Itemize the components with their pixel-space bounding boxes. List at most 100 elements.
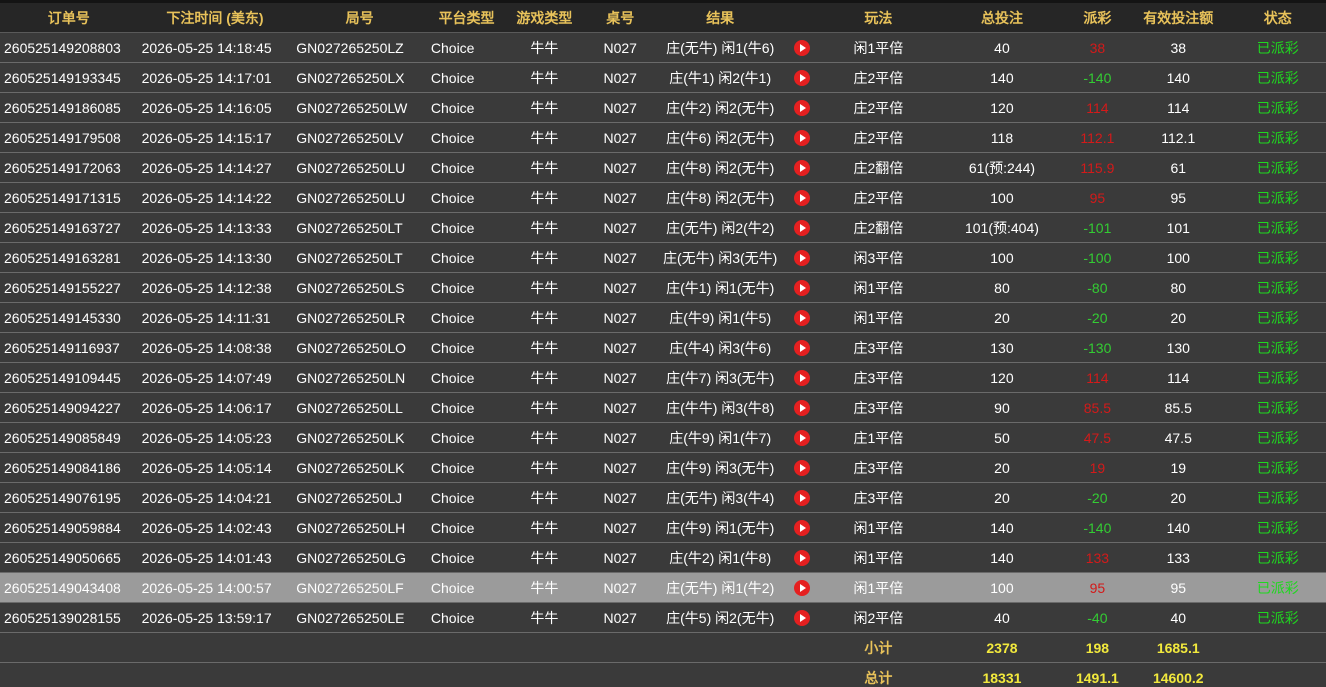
table-row[interactable]: 260525149193345 2026-05-25 14:17:01 GN0272… — [0, 62, 1326, 93]
play-circle-icon[interactable] — [793, 580, 810, 597]
table-row[interactable]: 260525149163727 2026-05-25 14:13:33 GN0272… — [0, 212, 1326, 243]
header-payout: 派彩 — [1067, 3, 1128, 33]
play-circle-icon[interactable] — [793, 220, 810, 237]
cell-result: 庄(无牛) 闲2(牛2) — [657, 212, 783, 243]
cell-round-id: GN027265250LS — [292, 272, 427, 303]
bet-record-table: 订单号 下注时间 (美东) 局号 平台类型 游戏类型 桌号 结果 玩法 总投注 派彩 有效投注额 状态… — [0, 3, 1326, 687]
cell-replay[interactable] — [782, 32, 821, 63]
cell-payout: -140 — [1067, 512, 1128, 543]
table-row[interactable]: 260525149208803 2026-05-25 14:18:45 GN0272… — [0, 32, 1326, 63]
table-row[interactable]: 260525149094227 2026-05-25 14:06:17 GN0272… — [0, 392, 1326, 423]
cell-payout: 114 — [1067, 92, 1128, 123]
cell-replay[interactable] — [782, 542, 821, 573]
cell-valid-bet: 61 — [1127, 152, 1230, 183]
play-circle-icon[interactable] — [793, 610, 810, 627]
total-bet: 18331 — [936, 662, 1068, 687]
cell-platform: Choice — [426, 302, 507, 333]
table-row[interactable]: 260525149172063 2026-05-25 14:14:27 GN0272… — [0, 152, 1326, 183]
cell-replay[interactable] — [782, 272, 821, 303]
cell-replay[interactable] — [782, 332, 821, 363]
cell-status: 已派彩 — [1229, 92, 1326, 123]
play-circle-icon[interactable] — [793, 130, 810, 147]
play-circle-icon[interactable] — [793, 160, 810, 177]
cell-round-id: GN027265250LK — [292, 452, 427, 483]
play-circle-icon[interactable] — [793, 70, 810, 87]
cell-status: 已派彩 — [1229, 392, 1326, 423]
cell-status: 已派彩 — [1229, 452, 1326, 483]
play-circle-icon[interactable] — [793, 340, 810, 357]
cell-replay[interactable] — [782, 422, 821, 453]
cell-valid-bet: 40 — [1127, 602, 1230, 633]
play-circle-icon[interactable] — [793, 370, 810, 387]
cell-replay[interactable] — [782, 512, 821, 543]
cell-bet-time: 2026-05-25 14:14:27 — [137, 152, 293, 183]
cell-platform: Choice — [426, 512, 507, 543]
cell-replay[interactable] — [782, 362, 821, 393]
cell-total-bet: 50 — [936, 422, 1068, 453]
cell-replay[interactable] — [782, 182, 821, 213]
cell-replay[interactable] — [782, 482, 821, 513]
cell-bet-time: 2026-05-25 14:14:22 — [137, 182, 293, 213]
play-circle-icon[interactable] — [793, 40, 810, 57]
table-row[interactable]: 260525149076195 2026-05-25 14:04:21 GN0272… — [0, 482, 1326, 513]
header-result: 结果 — [657, 3, 783, 33]
play-circle-icon[interactable] — [793, 550, 810, 567]
table-row[interactable]: 260525149043408 2026-05-25 14:00:57 GN0272… — [0, 572, 1326, 603]
cell-valid-bet: 20 — [1127, 302, 1230, 333]
table-row[interactable]: 260525139028155 2026-05-25 13:59:17 GN0272… — [0, 602, 1326, 633]
table-row[interactable]: 260525149171315 2026-05-25 14:14:22 GN0272… — [0, 182, 1326, 213]
cell-replay[interactable] — [782, 302, 821, 333]
cell-status: 已派彩 — [1229, 362, 1326, 393]
cell-total-bet: 90 — [936, 392, 1068, 423]
cell-replay[interactable] — [782, 572, 821, 603]
cell-table-id: N027 — [582, 302, 658, 333]
play-circle-icon[interactable] — [793, 310, 810, 327]
table-row[interactable]: 260525149085849 2026-05-25 14:05:23 GN0272… — [0, 422, 1326, 453]
table-row[interactable]: 260525149050665 2026-05-25 14:01:43 GN0272… — [0, 542, 1326, 573]
cell-game-type: 牛牛 — [506, 182, 583, 213]
play-circle-icon[interactable] — [793, 190, 810, 207]
cell-payout: 133 — [1067, 542, 1128, 573]
play-circle-icon[interactable] — [793, 400, 810, 417]
table-row[interactable]: 260525149155227 2026-05-25 14:12:38 GN0272… — [0, 272, 1326, 303]
cell-game-type: 牛牛 — [506, 422, 583, 453]
play-circle-icon[interactable] — [793, 490, 810, 507]
table-row[interactable]: 260525149145330 2026-05-25 14:11:31 GN0272… — [0, 302, 1326, 333]
cell-order-id: 260525149076195 — [0, 482, 138, 513]
table-row[interactable]: 260525149109445 2026-05-25 14:07:49 GN0272… — [0, 362, 1326, 393]
cell-replay[interactable] — [782, 602, 821, 633]
play-circle-icon[interactable] — [793, 280, 810, 297]
cell-bet-time: 2026-05-25 14:12:38 — [137, 272, 293, 303]
play-circle-icon[interactable] — [793, 520, 810, 537]
table-row[interactable]: 260525149179508 2026-05-25 14:15:17 GN0272… — [0, 122, 1326, 153]
cell-replay[interactable] — [782, 122, 821, 153]
cell-round-id: GN027265250LH — [292, 512, 427, 543]
cell-payout: 112.1 — [1067, 122, 1128, 153]
cell-order-id: 260525149116937 — [0, 332, 138, 363]
table-row[interactable]: 260525149059884 2026-05-25 14:02:43 GN0272… — [0, 512, 1326, 543]
cell-replay[interactable] — [782, 92, 821, 123]
cell-game-type: 牛牛 — [506, 32, 583, 63]
cell-game-type: 牛牛 — [506, 92, 583, 123]
cell-replay[interactable] — [782, 152, 821, 183]
cell-replay[interactable] — [782, 452, 821, 483]
table-row[interactable]: 260525149084186 2026-05-25 14:05:14 GN0272… — [0, 452, 1326, 483]
cell-replay[interactable] — [782, 392, 821, 423]
play-circle-icon[interactable] — [793, 100, 810, 117]
table-row[interactable]: 260525149116937 2026-05-25 14:08:38 GN0272… — [0, 332, 1326, 363]
cell-replay[interactable] — [782, 212, 821, 243]
play-circle-icon[interactable] — [793, 460, 810, 477]
cell-order-id: 260525149085849 — [0, 422, 138, 453]
play-circle-icon[interactable] — [793, 430, 810, 447]
cell-replay[interactable] — [782, 242, 821, 273]
table-row[interactable]: 260525149163281 2026-05-25 14:13:30 GN0272… — [0, 242, 1326, 273]
header-game-type: 游戏类型 — [506, 3, 583, 33]
cell-payout: 115.9 — [1067, 152, 1128, 183]
cell-status: 已派彩 — [1229, 482, 1326, 513]
play-circle-icon[interactable] — [793, 250, 810, 267]
cell-replay[interactable] — [782, 62, 821, 93]
cell-payout: 85.5 — [1067, 392, 1128, 423]
header-platform: 平台类型 — [426, 3, 507, 33]
table-row[interactable]: 260525149186085 2026-05-25 14:16:05 GN0272… — [0, 92, 1326, 123]
cell-result: 庄(牛6) 闲2(无牛) — [657, 122, 783, 153]
